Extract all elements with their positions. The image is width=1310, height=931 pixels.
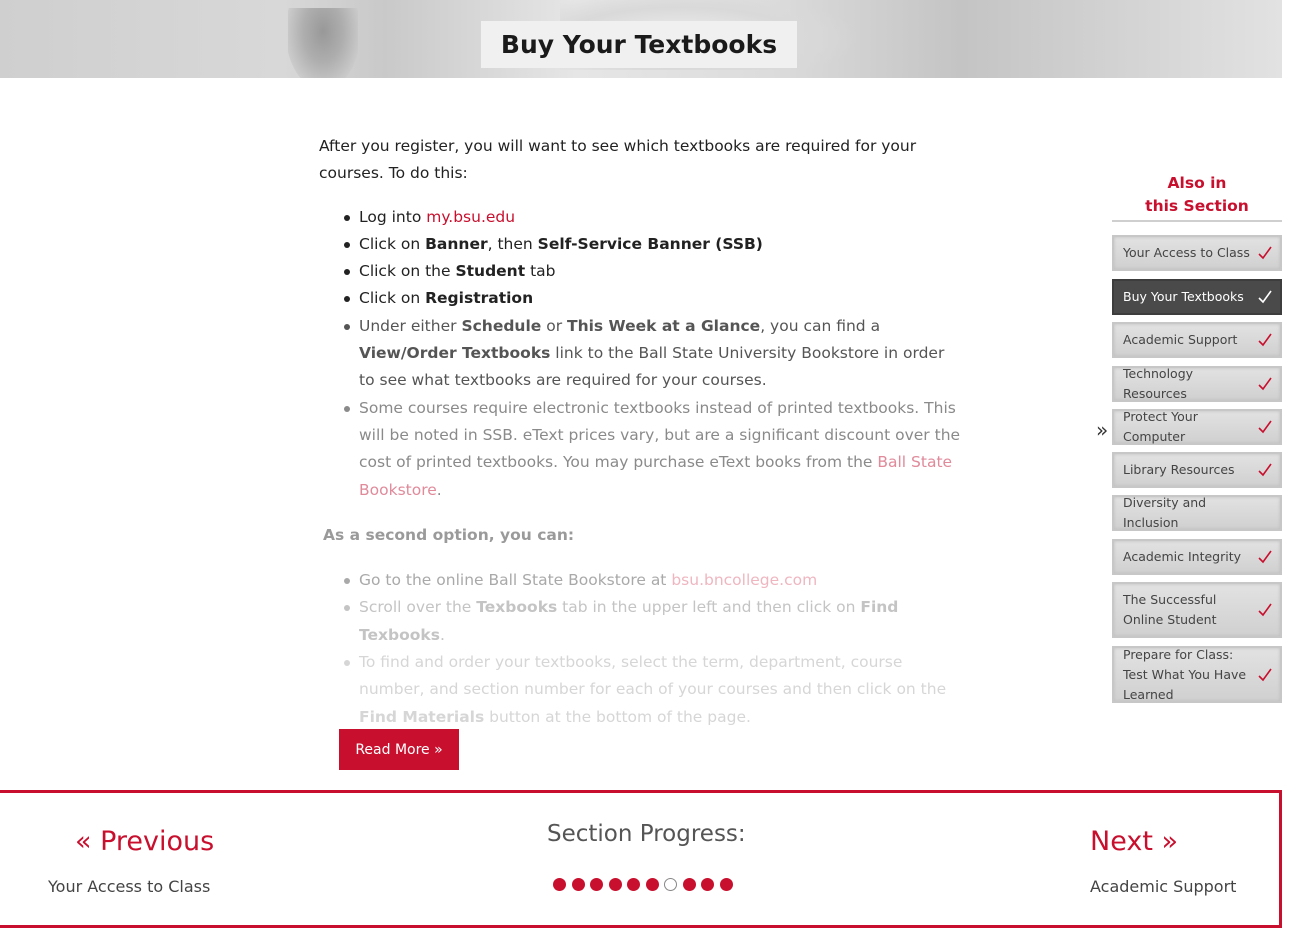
sidebar-item-library-resources[interactable]: Library Resources [1112, 452, 1282, 488]
sidebar-item-label: Library Resources [1123, 462, 1235, 477]
sidebar-item-label: Protect Your Computer [1123, 409, 1198, 444]
read-more-button[interactable]: Read More » [339, 729, 459, 770]
sidebar-item-label: Buy Your Textbooks [1123, 289, 1244, 304]
steps-list: Log into my.bsu.edu Click on Banner, the… [343, 204, 964, 504]
progress-dot-complete [553, 878, 566, 891]
checkmark-icon [1258, 290, 1272, 304]
mybsu-link[interactable]: my.bsu.edu [426, 208, 515, 226]
sidebar-item-the-successful-online-student[interactable]: The Successful Online Student [1112, 582, 1282, 638]
hero-title-box: Buy Your Textbooks [481, 21, 797, 68]
progress-dot-complete [719, 878, 733, 891]
progress-dot-complete [701, 878, 714, 891]
progress-dot-complete [627, 878, 640, 891]
next-page-title[interactable]: Academic Support [1090, 877, 1236, 896]
sidebar-item-label: Academic Integrity [1123, 549, 1242, 564]
progress-dot-complete [608, 878, 622, 891]
sidebar-item-academic-support[interactable]: Academic Support [1112, 322, 1282, 358]
previous-page-title[interactable]: Your Access to Class [48, 877, 210, 896]
sidebar-item-protect-your-computer[interactable]: Protect Your Computer [1112, 409, 1282, 445]
main-content: After you register, you will want to see… [319, 133, 964, 731]
sidebar-item-label: Academic Support [1123, 332, 1238, 347]
list-item: Go to the online Ball State Bookstore at… [343, 567, 964, 594]
sidebar-item-technology-resources[interactable]: Technology Resources [1112, 366, 1282, 402]
checkmark-icon [1258, 603, 1272, 617]
checkmark-icon [1258, 463, 1272, 477]
section-progress-dots [553, 878, 733, 891]
second-option-heading: As a second option, you can: [323, 525, 575, 544]
list-item: Scroll over the Texbooks tab in the uppe… [343, 594, 964, 649]
page-title: Buy Your Textbooks [500, 30, 778, 59]
footer-navigation: « Previous Your Access to Class Section … [0, 790, 1282, 928]
next-link[interactable]: Next » [1090, 826, 1178, 857]
checkmark-icon [1258, 246, 1272, 260]
sidebar-heading: Also in this Section [1112, 172, 1282, 222]
checkmark-icon [1258, 377, 1272, 391]
intro-paragraph: After you register, you will want to see… [319, 137, 917, 183]
progress-dot-complete [682, 878, 696, 891]
sidebar-item-buy-your-textbooks[interactable]: Buy Your Textbooks [1112, 279, 1282, 315]
checkmark-icon [1258, 668, 1272, 681]
list-item: Log into my.bsu.edu [343, 204, 964, 231]
checkmark-icon [1258, 420, 1272, 434]
option-steps-list: Go to the online Ball State Bookstore at… [343, 567, 964, 731]
sidebar-item-prepare-for-class-test-what-you-have-learned[interactable]: Prepare for Class: Test What You Have Le… [1112, 646, 1282, 703]
sidebar-item-label: Diversity and Inclusion [1123, 495, 1207, 530]
section-progress-label: Section Progress: [547, 821, 746, 847]
sidebar-item-label: Prepare for Class: Test What You Have Le… [1123, 646, 1247, 702]
list-item: Under either Schedule or This Week at a … [343, 313, 964, 395]
list-item: Click on Registration [343, 285, 964, 312]
sidebar-item-academic-integrity[interactable]: Academic Integrity [1112, 539, 1282, 575]
checkmark-icon [1258, 333, 1272, 347]
statue-image [288, 8, 358, 78]
sidebar-item-your-access-to-class[interactable]: Your Access to Class [1112, 235, 1282, 271]
previous-link[interactable]: « Previous [75, 826, 214, 857]
checkmark-icon [1258, 550, 1272, 564]
bncollege-link[interactable]: bsu.bncollege.com [671, 571, 817, 589]
sidebar-item-label: Your Access to Class [1123, 245, 1250, 260]
list-item: Click on Banner, then Self-Service Banne… [343, 231, 964, 258]
hero-banner: Buy Your Textbooks [0, 0, 1282, 78]
list-item: Click on the Student tab [343, 258, 964, 285]
progress-dot-complete [590, 878, 603, 891]
progress-dot-complete [645, 878, 659, 891]
progress-dot-complete [571, 878, 585, 891]
progress-dot-current [664, 878, 677, 891]
sidebar-item-label: The Successful Online Student [1123, 592, 1217, 627]
current-page-marker: » [1096, 418, 1109, 442]
sidebar-item-label: Technology Resources [1123, 366, 1194, 401]
sidebar-item-diversity-and-inclusion[interactable]: Diversity and Inclusion [1112, 495, 1282, 531]
list-item: Some courses require electronic textbook… [343, 395, 964, 504]
list-item: To find and order your textbooks, select… [343, 649, 964, 731]
